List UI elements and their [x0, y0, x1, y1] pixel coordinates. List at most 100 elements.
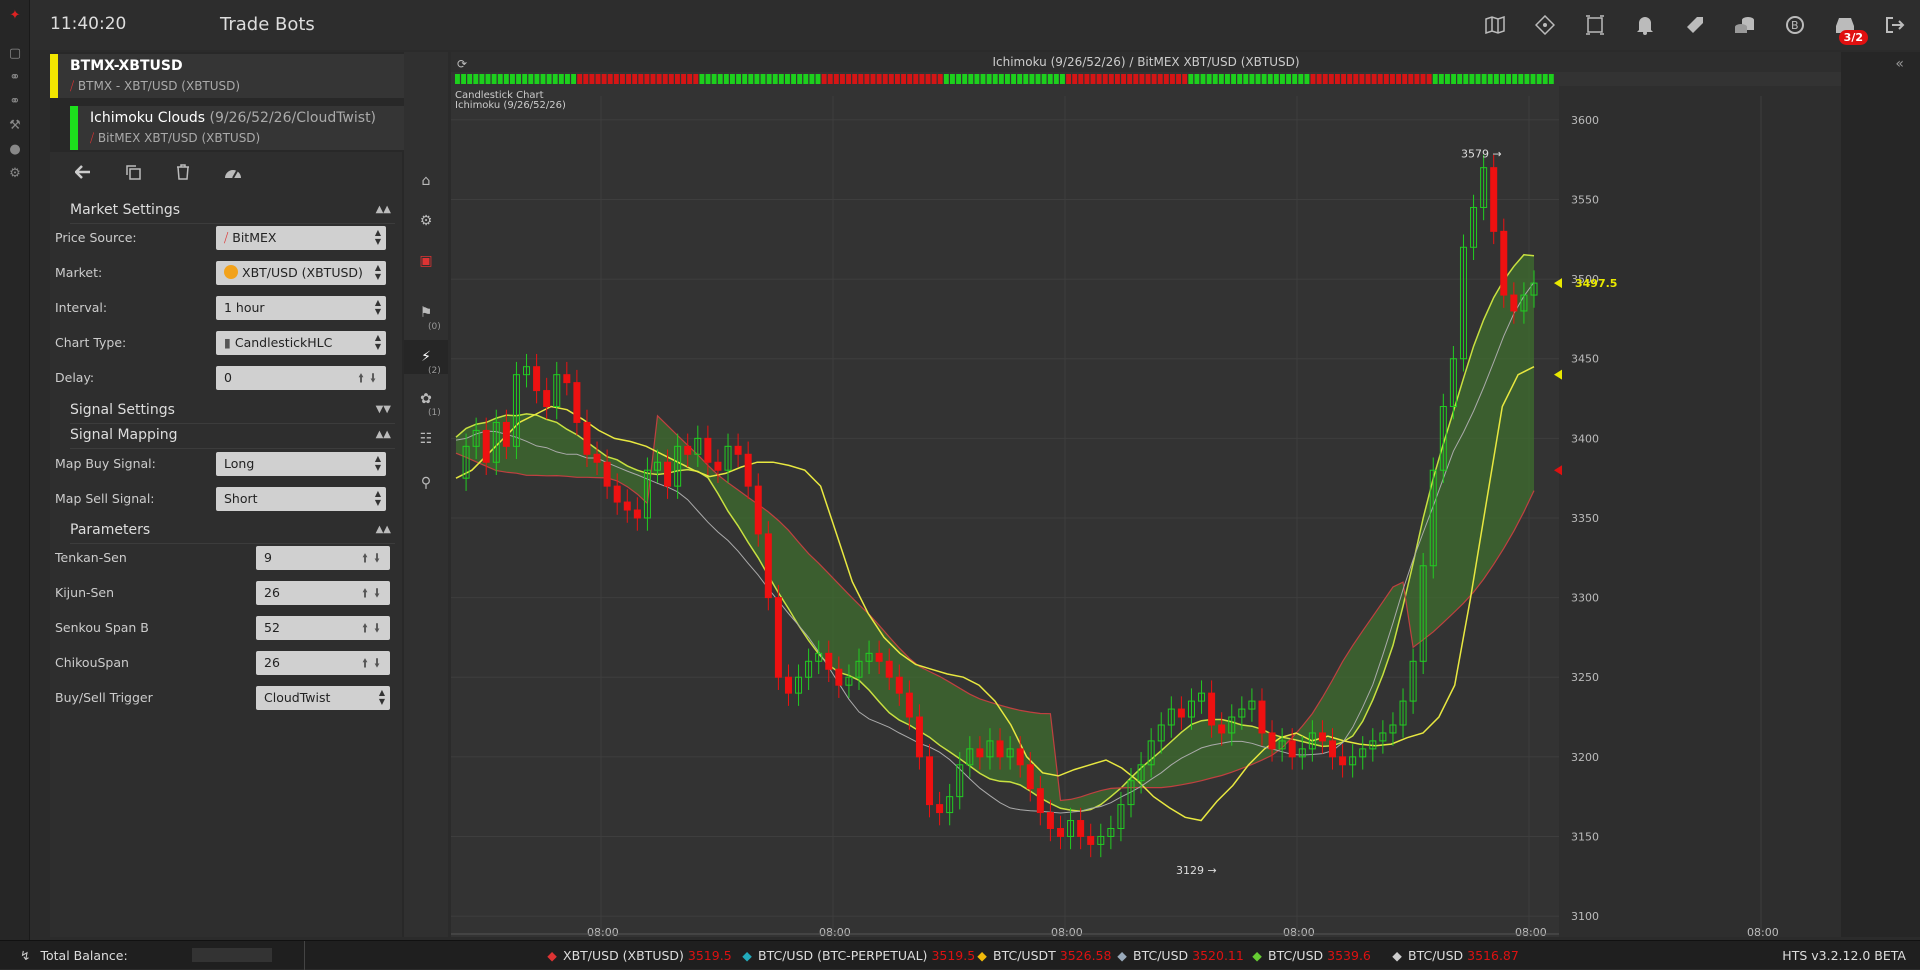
ticker-pair: BTC/USDT [993, 948, 1056, 963]
tab-signals[interactable]: ⚡ (2) [404, 340, 448, 376]
signal-strip-cell [1267, 74, 1273, 84]
chart-type-select[interactable]: ▮ CandlestickHLC ▲ ▼ [216, 331, 386, 355]
tab-strategies[interactable]: ✿ (1) [404, 382, 448, 418]
ticket-icon[interactable] [1520, 8, 1570, 42]
copy-icon[interactable] [120, 162, 146, 182]
ticker-item[interactable]: ◆ BTC/USD (BTC-PERPETUAL) 3519.5 [740, 941, 975, 970]
trigger-select[interactable]: CloudTwist ▲ ▼ [256, 686, 390, 710]
sitemap-icon: ☷ [419, 431, 433, 447]
tab-settings[interactable]: ⚙ [404, 204, 448, 238]
coins-icon[interactable] [1720, 8, 1770, 42]
ticker-item[interactable]: ◆ BTC/USD 3539.6 [1250, 941, 1371, 970]
ichimoku-chart[interactable]: 3600355035003450340033503300325032003150… [451, 72, 1841, 937]
chikou-stepper[interactable]: 26 🠙🠛 [256, 651, 390, 675]
y-tick-label: 3350 [1571, 512, 1599, 525]
stepper-arrows-icon[interactable]: 🠙🠛 [362, 654, 386, 675]
collapse-icon[interactable]: ▲▲ [376, 524, 391, 535]
signal-strip-cell [931, 74, 937, 84]
trash-icon[interactable] [170, 162, 196, 182]
user-icon[interactable]: ● [0, 138, 30, 162]
map-icon[interactable] [1470, 8, 1520, 42]
bitcoin-icon[interactable]: B [1770, 8, 1820, 42]
interval-select[interactable]: 1 hour ▲ ▼ [216, 296, 386, 320]
price-source-select[interactable]: ⧸ BitMEX ▲ ▼ [216, 226, 386, 250]
section-signal-mapping[interactable]: Signal Mapping ▲▲ [70, 427, 395, 449]
section-parameters[interactable]: Parameters ▲▲ [70, 522, 395, 544]
breadcrumb-bot[interactable]: BTMX-XBTUSD ⧸ BTMX - XBT/USD (XBTUSD) [50, 54, 415, 98]
clock: 11:40:20 [50, 14, 127, 34]
chart-area[interactable]: ⟳ Ichimoku (9/26/52/26) / BitMEX XBT/USD … [451, 52, 1841, 937]
signal-strip-cell [1304, 74, 1310, 84]
back-icon[interactable] [70, 162, 96, 182]
stepper-arrows-icon[interactable]: 🠙🠛 [362, 549, 386, 570]
map-buy-select[interactable]: Long ▲ ▼ [216, 452, 386, 476]
tab-home[interactable]: ⌂ [404, 164, 448, 198]
signal-strip-cell [1463, 74, 1469, 84]
signal-strip-cell [852, 74, 858, 84]
tab-structure[interactable]: ☷ [404, 422, 448, 456]
signal-strip-cell [1145, 74, 1151, 84]
section-signal-settings[interactable]: Signal Settings ▼▼ [70, 402, 395, 424]
ticker-item[interactable]: ◆ BTC/USD 3520.11 [1115, 941, 1244, 970]
cogs-icon[interactable]: ⚙ [0, 162, 30, 186]
ticker-pair: BTC/USD (BTC-PERPETUAL) [758, 948, 928, 963]
signal-strip-cell [1469, 74, 1475, 84]
tab-flags[interactable]: ⚑ (0) [404, 296, 448, 332]
signal-strip-cell [1127, 74, 1133, 84]
stepper-arrows-icon[interactable]: 🠙🠛 [362, 619, 386, 640]
frame-icon[interactable] [1570, 8, 1620, 42]
signal-strip-cell [809, 74, 815, 84]
signal-strip-cell [595, 74, 601, 84]
candle-body [895, 676, 903, 694]
kijun-stepper[interactable]: 26 🠙🠛 [256, 581, 390, 605]
candle-body [915, 716, 923, 758]
candle-body [1288, 740, 1296, 758]
senkou-stepper[interactable]: 52 🠙🠛 [256, 616, 390, 640]
dashboard-icon[interactable] [220, 162, 246, 182]
bot-icon[interactable]: ⚭ [0, 66, 30, 90]
collapse-icon[interactable]: ▲▲ [376, 429, 391, 440]
tag-icon[interactable] [1670, 8, 1720, 42]
senkou-label: Senkou Span B [55, 620, 149, 635]
signal-strip-cell [1053, 74, 1059, 84]
bot2-icon[interactable]: ⚭ [0, 90, 30, 114]
stepper-arrows-icon[interactable]: 🠙🠛 [362, 584, 386, 605]
tenkan-stepper[interactable]: 9 🠙🠛 [256, 546, 390, 570]
logo-icon[interactable]: ✦ [0, 4, 30, 28]
breadcrumb-strategy[interactable]: Ichimoku Clouds (9/26/52/26/CloudTwist) … [70, 106, 415, 150]
delay-label: Delay: [55, 370, 95, 385]
monitor-icon[interactable]: ▢ [0, 42, 30, 66]
ticker-item[interactable]: ◆ XBT/USD (XBTUSD) 3519.5 [545, 941, 731, 970]
tab-money[interactable]: ▣ [404, 244, 448, 278]
candle-body [1208, 692, 1216, 726]
signal-strip-cell [754, 74, 760, 84]
signal-strip-cell [1084, 74, 1090, 84]
inbox-icon[interactable]: 3/2 [1820, 8, 1870, 45]
select-arrows-icon: ▲ ▼ [374, 298, 381, 316]
signal-strip-cell [1231, 74, 1237, 84]
signal-strip-cell [510, 74, 515, 84]
ticker-item[interactable]: ◆ BTC/USDT 3526.58 [975, 941, 1111, 970]
signal-strip-cell [1524, 74, 1530, 84]
x-tick-label: 08:00 [819, 926, 851, 937]
y-tick-label: 3550 [1571, 194, 1599, 207]
collapse-panel-icon[interactable]: « [1895, 56, 1904, 72]
section-market-settings[interactable]: Market Settings ▲▲ [70, 202, 395, 224]
refresh-icon[interactable]: ⟳ [457, 54, 467, 74]
signal-strip-cell [528, 74, 534, 84]
delay-stepper[interactable]: 0 🠙🠛 [216, 366, 386, 390]
expand-icon[interactable]: ▼▼ [376, 404, 391, 415]
ticker-price: 3539.6 [1327, 948, 1371, 963]
y-tick-label: 3400 [1571, 432, 1599, 445]
logout-icon[interactable] [1870, 8, 1920, 42]
bell-icon[interactable] [1620, 8, 1670, 42]
tools-icon[interactable]: ⚒ [0, 114, 30, 138]
stepper-arrows-icon[interactable]: 🠙🠛 [358, 369, 382, 390]
market-select[interactable]: XBT/USD (XBTUSD) ▲ ▼ [216, 261, 386, 285]
signal-strip-cell [1139, 74, 1145, 84]
ticker-item[interactable]: ◆ BTC/USD 3516.87 [1390, 941, 1519, 970]
map-sell-select[interactable]: Short ▲ ▼ [216, 487, 386, 511]
tab-lock[interactable]: ⚲ [404, 466, 448, 500]
collapse-icon[interactable]: ▲▲ [376, 204, 391, 215]
version: HTS v3.2.12.0 BETA [1782, 948, 1906, 963]
